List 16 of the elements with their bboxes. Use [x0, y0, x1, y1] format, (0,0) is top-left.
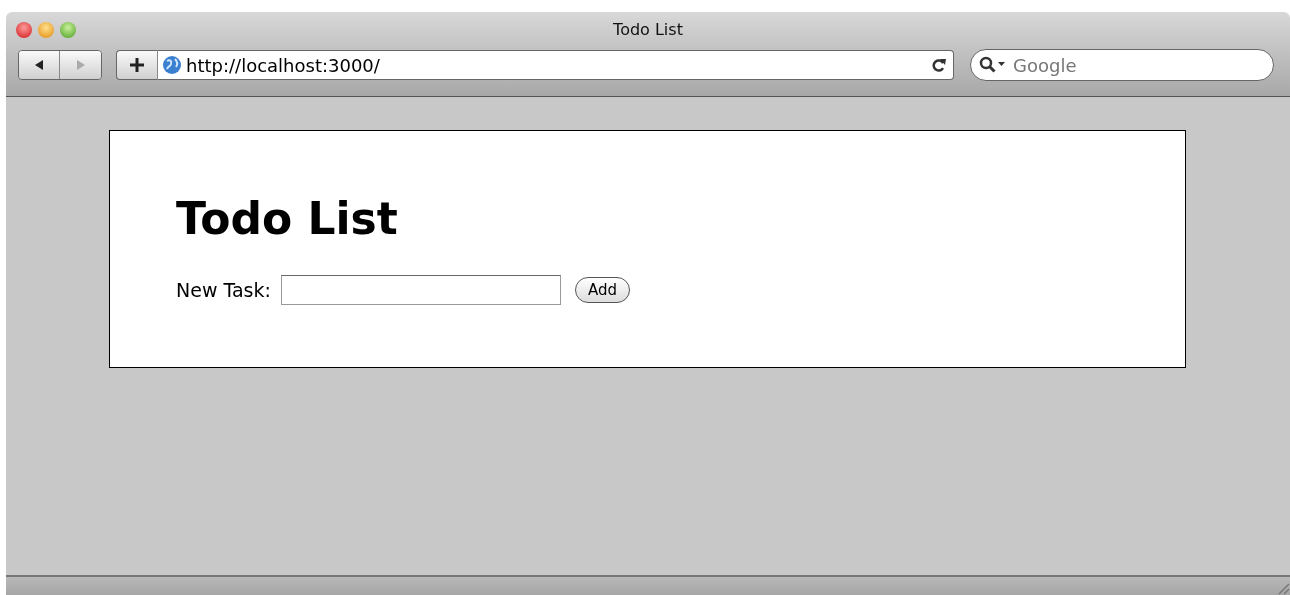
- search-icon[interactable]: [979, 56, 1007, 74]
- window-title: Todo List: [613, 20, 683, 39]
- close-icon[interactable]: [16, 22, 32, 38]
- address-field[interactable]: http://localhost:3000/: [158, 50, 954, 80]
- resize-grip-icon[interactable]: [1276, 581, 1290, 595]
- search-field[interactable]: Google: [1011, 53, 1245, 77]
- reload-icon[interactable]: [931, 56, 947, 74]
- add-button[interactable]: Add: [574, 277, 630, 303]
- plus-icon: [129, 57, 145, 73]
- url-text: http://localhost:3000/: [186, 54, 381, 76]
- add-bookmark-button[interactable]: [116, 50, 158, 80]
- page-heading: Todo List: [176, 193, 398, 245]
- new-task-field[interactable]: [280, 275, 561, 305]
- search-box[interactable]: Google: [970, 49, 1274, 81]
- new-task-label: New Task:: [176, 279, 271, 301]
- back-button[interactable]: [19, 51, 60, 79]
